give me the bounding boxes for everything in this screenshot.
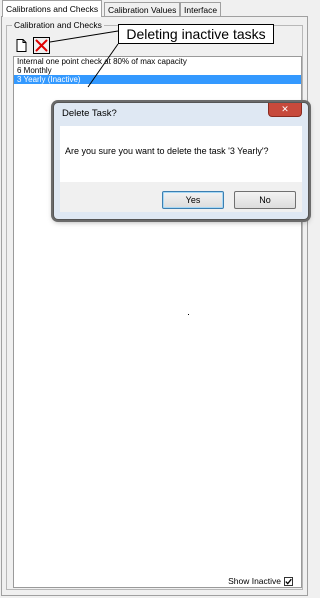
show-inactive-control[interactable]: Show Inactive xyxy=(228,576,293,586)
tab-calibration-values[interactable]: Calibration Values xyxy=(104,2,181,16)
no-button[interactable]: No xyxy=(234,191,296,209)
dialog-title: Delete Task? xyxy=(62,108,117,119)
show-inactive-label: Show Inactive xyxy=(228,576,281,586)
tab-interface[interactable]: Interface xyxy=(180,2,222,16)
show-inactive-checkbox[interactable] xyxy=(284,576,293,586)
delete-task-dialog: Delete Task? ✕ Are you sure you want to … xyxy=(53,102,309,220)
dialog-footer: Yes No xyxy=(60,182,302,212)
new-document-icon xyxy=(16,39,27,52)
list-item[interactable]: 3 Yearly (Inactive) xyxy=(14,75,301,84)
delete-x-icon xyxy=(35,39,48,52)
list-item[interactable]: Internal one point check at 80% of max c… xyxy=(14,57,301,66)
dialog-message: Are you sure you want to delete the task… xyxy=(65,146,269,156)
delete-task-button[interactable] xyxy=(33,37,50,54)
checkmark-icon xyxy=(285,578,292,585)
group-legend: Calibration and Checks xyxy=(12,20,104,31)
dialog-body: Are you sure you want to delete the task… xyxy=(60,126,302,212)
close-icon: ✕ xyxy=(281,104,289,114)
list-item[interactable]: 6 Monthly xyxy=(14,66,301,75)
dialog-close-button[interactable]: ✕ xyxy=(268,103,302,117)
annotation-callout: Deleting inactive tasks xyxy=(118,24,274,44)
stray-dot xyxy=(188,314,189,315)
yes-button[interactable]: Yes xyxy=(162,191,224,209)
new-task-button[interactable] xyxy=(14,38,29,53)
tab-calibrations-and-checks[interactable]: Calibrations and Checks xyxy=(2,0,103,17)
